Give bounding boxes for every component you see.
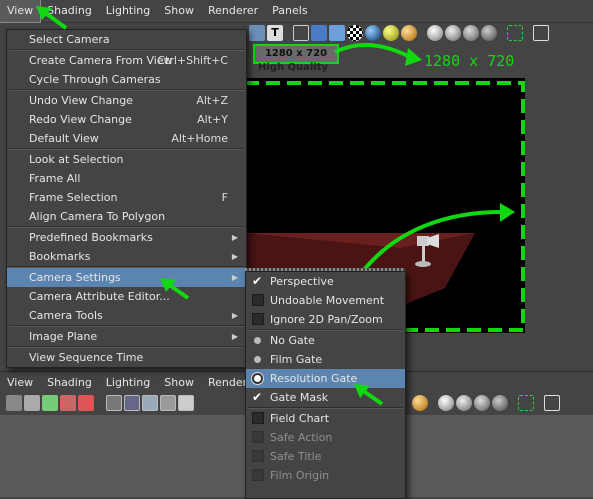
pointer-view-icon [36, 6, 68, 30]
pointer-layer [36, 6, 384, 406]
pointer-resolution-gate-icon [354, 384, 384, 406]
pointer-camera-settings-icon [160, 278, 190, 300]
